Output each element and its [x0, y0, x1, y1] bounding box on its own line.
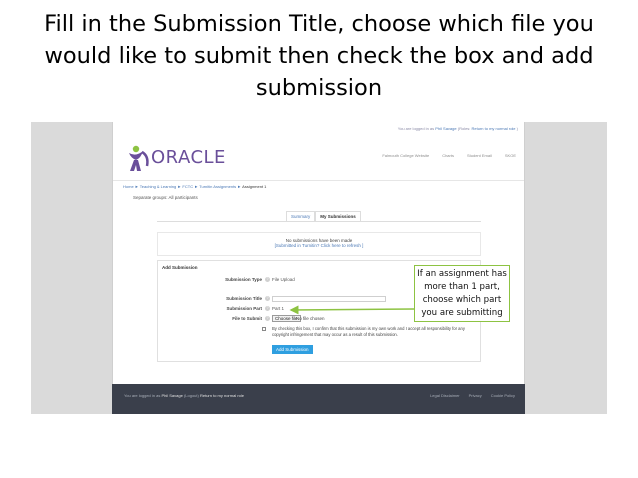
login-user-link[interactable]: Phil Savage: [435, 126, 456, 131]
slide-title: Fill in the Submission Title, choose whi…: [44, 11, 594, 101]
footer-link-legal[interactable]: Legal Disclaimer: [430, 393, 460, 398]
nav-item-college-website[interactable]: Falmouth College Website: [382, 153, 429, 158]
file-status: No file chosen: [296, 316, 325, 321]
screenshot-area: You are logged in as Phil Savage (Roles:…: [31, 122, 607, 414]
login-sep: (Roles:: [457, 126, 472, 131]
footer-links: Legal Disclaimer Privacy Cookie Policy: [430, 393, 515, 398]
help-icon[interactable]: ?: [265, 306, 270, 311]
oracle-logo[interactable]: ORACLE: [125, 144, 225, 174]
refresh-link[interactable]: [Submitted in Turnitin? Click here to re…: [158, 243, 480, 248]
footer-return-role-link[interactable]: Return to my normal role: [200, 393, 244, 398]
submission-part-label: Submission Part: [226, 306, 262, 311]
page-footer: You are logged in as Phil Savage (Logout…: [112, 384, 525, 414]
add-submission-button[interactable]: Add Submission: [272, 345, 313, 354]
header-divider: [113, 180, 524, 181]
submission-title-label: Submission Title: [226, 296, 262, 301]
login-suffix: ): [516, 126, 518, 131]
help-icon[interactable]: ?: [265, 277, 270, 282]
footer-login-info: You are logged in as Phil Savage (Logout…: [124, 393, 244, 398]
logo-text: ORACLE: [151, 147, 226, 168]
breadcrumb-trail[interactable]: Home ► Teaching & Learning ► FCTC ► Turn…: [123, 184, 241, 189]
declaration-text: By checking this box, I confirm that thi…: [272, 326, 465, 337]
tab-divider: [157, 221, 481, 222]
help-icon[interactable]: ?: [265, 316, 270, 321]
file-to-submit-label: File to Submit: [232, 316, 262, 321]
nav-item-student-email[interactable]: Student Email: [467, 153, 492, 158]
top-nav: Falmouth College Website Charts Student …: [382, 153, 516, 158]
callout-box: If an assignment has more than 1 part, c…: [414, 265, 510, 322]
submission-type-label: Submission Type: [225, 277, 262, 282]
logo-figure-icon: [129, 145, 149, 171]
breadcrumb: Home ► Teaching & Learning ► FCTC ► Turn…: [123, 184, 266, 189]
submission-title-input[interactable]: [272, 296, 386, 302]
footer-link-cookie[interactable]: Cookie Policy: [491, 393, 515, 398]
footer-link-privacy[interactable]: Privacy: [469, 393, 482, 398]
nav-item-charts[interactable]: Charts: [442, 153, 454, 158]
form-heading: Add Submission: [162, 265, 198, 270]
nav-item-skoe[interactable]: SKOE: [505, 153, 516, 158]
return-role-link[interactable]: Return to my normal role: [472, 126, 516, 131]
breadcrumb-current: Assignment 1: [242, 184, 267, 189]
submission-part-select[interactable]: Part 1: [272, 306, 284, 311]
footer-logout-link[interactable]: (Logout): [184, 393, 199, 398]
footer-user-link[interactable]: Phil Savage: [161, 393, 182, 398]
login-prefix: You are logged in as: [397, 126, 435, 131]
groups-selector[interactable]: Separate groups: All participants: [133, 195, 198, 200]
declaration-checkbox[interactable]: [262, 327, 266, 331]
footer-login-prefix: You are logged in as: [124, 393, 161, 398]
no-submissions-notice: No submissions have been made [Submitted…: [157, 232, 481, 256]
submission-type-value: File Upload: [272, 277, 295, 282]
login-info: You are logged in as Phil Savage (Roles:…: [398, 126, 518, 131]
help-icon[interactable]: ?: [265, 296, 270, 301]
